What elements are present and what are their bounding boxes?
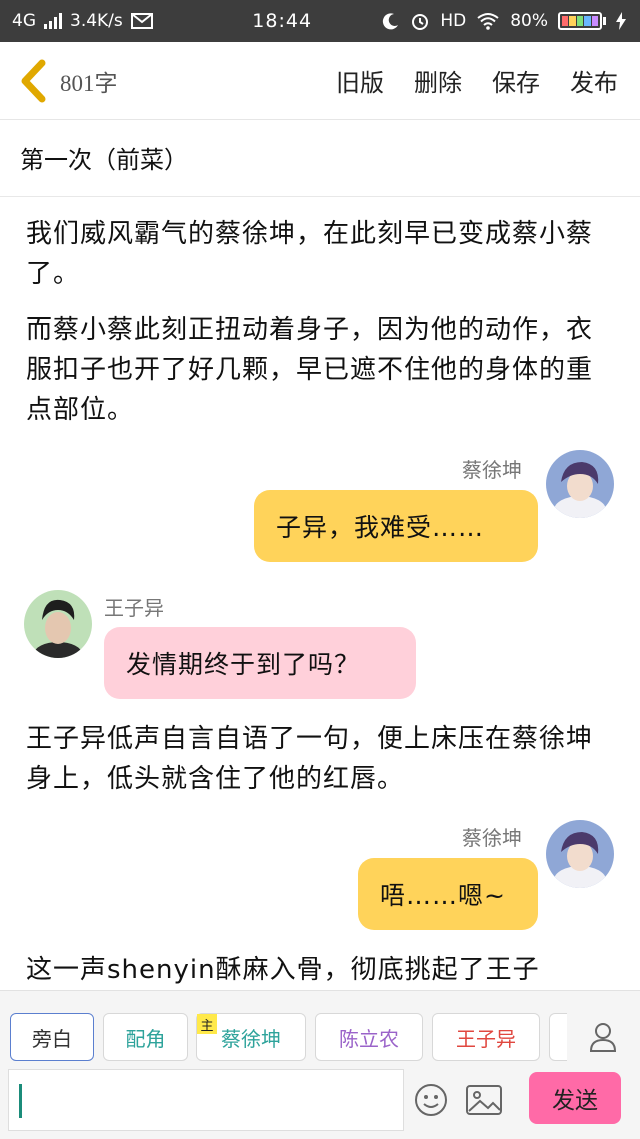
word-count: 801字 — [60, 70, 118, 96]
chevron-left-icon — [21, 59, 46, 102]
role-tab-chen-linong[interactable]: 陈立农 — [315, 1013, 423, 1061]
network-speed: 3.4K/s — [70, 11, 123, 31]
save-button[interactable]: 保存 — [492, 63, 540, 98]
avatar[interactable] — [546, 450, 614, 518]
image-icon — [466, 1085, 502, 1115]
divider — [0, 196, 640, 197]
chapter-title[interactable]: 第一次（前菜） — [20, 140, 188, 175]
mail-icon — [130, 13, 153, 29]
battery-percent: 80% — [510, 11, 548, 31]
role-label: 旁白 — [32, 1026, 72, 1051]
emoji-button[interactable] — [414, 1083, 448, 1121]
narration-paragraph[interactable]: 我们威风霸气的蔡徐坤，在此刻早已变成蔡小蔡了。 — [26, 214, 616, 294]
charging-icon — [616, 12, 626, 30]
old-version-button[interactable]: 旧版 — [336, 63, 384, 98]
narration-paragraph[interactable]: 王子异低声自言自语了一句，便上床压在蔡徐坤身上，低头就含住了他的红唇。 — [26, 719, 616, 799]
hd-indicator: HD — [440, 11, 467, 31]
speaker-name: 蔡徐坤 — [462, 826, 522, 850]
person-icon — [589, 1023, 617, 1052]
avatar[interactable] — [24, 590, 92, 658]
message-input[interactable] — [8, 1069, 404, 1131]
lead-badge: 主 — [197, 1014, 217, 1034]
signal-icon — [44, 13, 62, 29]
wifi-icon — [477, 13, 499, 30]
text-cursor — [19, 1084, 22, 1118]
top-nav: 801字 旧版 删除 保存 发布 — [0, 42, 640, 120]
avatar[interactable] — [546, 820, 614, 888]
alarm-icon — [412, 14, 429, 30]
role-label: 配角 — [125, 1026, 166, 1051]
narration-paragraph[interactable]: 而蔡小蔡此刻正扭动着身子，因为他的动作，衣服扣子也开了好几颗，早已遮不住他的身体… — [26, 310, 616, 430]
network-type: 4G — [12, 11, 36, 31]
add-role-button[interactable] — [576, 1013, 630, 1061]
speaker-name: 王子异 — [104, 596, 164, 620]
battery-icon — [558, 12, 606, 30]
role-tab-narration[interactable]: 旁白 — [10, 1013, 94, 1061]
role-tab-supporting[interactable]: 配角 — [103, 1013, 188, 1061]
composer-panel: 旁白 配角 主 蔡徐坤 陈立农 王子异 发送 — [0, 990, 640, 1139]
chat-bubble[interactable]: 子异，我难受…… — [254, 490, 538, 562]
speaker-name: 蔡徐坤 — [462, 458, 522, 482]
role-label: 陈立农 — [339, 1026, 399, 1051]
back-button[interactable] — [8, 42, 58, 120]
moon-icon — [383, 13, 399, 30]
clock: 18:44 — [252, 10, 313, 32]
send-button[interactable]: 发送 — [529, 1072, 621, 1124]
delete-button[interactable]: 删除 — [414, 63, 462, 98]
image-button[interactable] — [466, 1085, 502, 1119]
role-tab-wang-ziyi[interactable]: 王子异 — [432, 1013, 540, 1061]
role-label: 王子异 — [456, 1026, 516, 1051]
role-label: 蔡徐坤 — [221, 1026, 281, 1051]
role-tab-cai-xukun[interactable]: 主 蔡徐坤 — [196, 1013, 306, 1061]
chat-bubble[interactable]: 唔……嗯~ — [358, 858, 538, 930]
publish-button[interactable]: 发布 — [570, 63, 618, 98]
narration-paragraph[interactable]: 这一声shenyin酥麻入骨，彻底挑起了王子 — [26, 950, 616, 990]
smiley-icon — [415, 1084, 447, 1116]
chat-bubble[interactable]: 发情期终于到了吗？ — [104, 627, 416, 699]
status-bar: 4G 3.4K/s 18:44 HD 80% — [0, 0, 640, 42]
role-tab-partial[interactable] — [549, 1013, 567, 1061]
